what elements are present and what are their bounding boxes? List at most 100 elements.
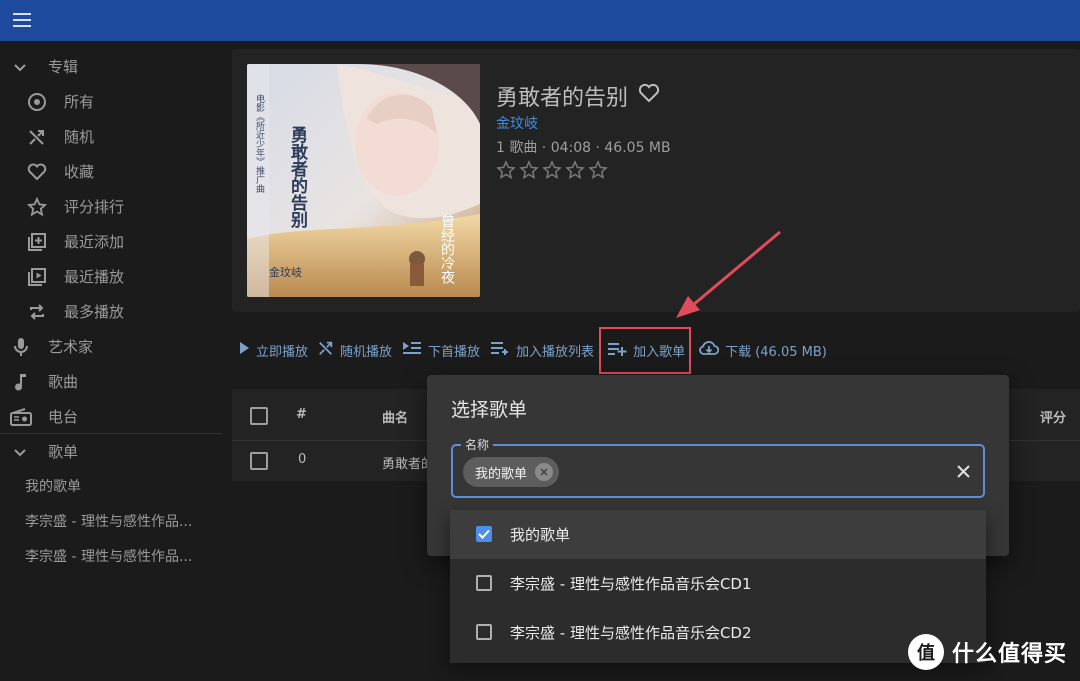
album-title: 勇敢者的告别	[496, 86, 629, 111]
playlist-option[interactable]: 我的歌单	[450, 510, 986, 559]
music-note-icon	[9, 370, 33, 394]
option-label: 我的歌单	[510, 526, 571, 544]
sidebar-item-label: 最多播放	[64, 303, 125, 321]
playlist-name-field[interactable]: 名称 我的歌单	[451, 436, 985, 498]
album-artist-link[interactable]: 金玟岐	[496, 113, 538, 133]
play-next-label: 下首播放	[428, 344, 481, 360]
shuffle-icon	[318, 340, 334, 360]
queue-add-icon	[490, 340, 510, 360]
option-label: 李宗盛 - 理性与感性作品音乐会CD1	[510, 575, 752, 593]
cover-art-title: 曾经的冷夜	[439, 214, 455, 284]
sidebar-item-label: 最近添加	[64, 233, 125, 251]
watermark-logo-icon: 值	[908, 634, 944, 670]
sidebar-section-playlists[interactable]: 歌单	[0, 434, 222, 469]
add-to-queue-button[interactable]: 加入播放列表	[490, 340, 594, 360]
album-meta: 1 歌曲 · 04:08 · 46.05 MB	[496, 140, 671, 156]
checkbox-icon[interactable]	[476, 624, 492, 640]
column-title[interactable]: 曲名	[382, 407, 408, 426]
heart-icon[interactable]	[638, 83, 660, 109]
watermark-text: 什么值得买	[952, 642, 1068, 667]
album-action-bar: 立即播放 随机播放 下首播放 加入播放列表 加入歌单 下载 (46.05 MB)	[238, 326, 837, 374]
album-cover: 电影《所近少年》推广曲 勇敢者的告别 金玟岐 曾经的冷夜	[247, 64, 480, 297]
sidebar-item-label: 收藏	[64, 163, 95, 181]
selected-playlist-chip[interactable]: 我的歌单	[463, 457, 560, 487]
library-play-icon	[25, 265, 49, 289]
album-rating[interactable]	[496, 160, 608, 180]
sidebar-playlist-item[interactable]: 我的歌单	[0, 468, 222, 503]
star-icon[interactable]	[588, 160, 608, 180]
select-all-checkbox[interactable]	[250, 407, 268, 425]
chip-remove-icon[interactable]	[535, 463, 554, 481]
add-to-playlist-button[interactable]: 加入歌单	[599, 326, 692, 374]
checkbox-checked-icon[interactable]	[476, 526, 492, 542]
sidebar: 专辑 所有 随机 收藏 评分排行 最近添加 最近播放 最多播放 艺术家 歌曲 电…	[0, 41, 222, 681]
sidebar-playlist-item[interactable]: 李宗盛 - 理性与感性作品...	[0, 538, 222, 573]
chevron-down-icon	[8, 55, 32, 79]
sidebar-item-favorites[interactable]: 收藏	[0, 154, 222, 189]
sidebar-item-label: 评分排行	[64, 198, 125, 216]
star-icon[interactable]	[565, 160, 585, 180]
sidebar-playlist-label: 李宗盛 - 理性与感性作品...	[25, 513, 193, 530]
star-icon[interactable]	[519, 160, 539, 180]
option-label: 李宗盛 - 理性与感性作品音乐会CD2	[510, 624, 752, 642]
watermark: 值 什么值得买	[908, 634, 1067, 670]
sidebar-item-label: 艺术家	[48, 338, 94, 356]
row-checkbox[interactable]	[250, 452, 268, 470]
shuffle-play-button[interactable]: 随机播放	[318, 340, 392, 360]
star-icon	[25, 195, 49, 219]
row-num: 0	[298, 452, 307, 467]
play-now-label: 立即播放	[256, 344, 309, 360]
star-icon[interactable]	[542, 160, 562, 180]
album-title-row: 勇敢者的告别	[496, 80, 660, 112]
sidebar-item-songs[interactable]: 歌曲	[0, 364, 222, 399]
sidebar-item-label: 歌单	[48, 443, 79, 461]
sidebar-playlist-item[interactable]: 李宗盛 - 理性与感性作品...	[0, 503, 222, 538]
cloud-download-icon	[699, 340, 720, 360]
download-button[interactable]: 下载 (46.05 MB)	[699, 340, 827, 360]
checkbox-icon[interactable]	[476, 575, 492, 591]
repeat-icon	[25, 300, 49, 324]
album-icon	[25, 90, 49, 114]
star-icon[interactable]	[496, 160, 516, 180]
sidebar-item-label: 最近播放	[64, 268, 125, 286]
sidebar-item-label: 专辑	[48, 58, 79, 76]
sidebar-item-recently-played[interactable]: 最近播放	[0, 259, 222, 294]
mic-icon	[9, 335, 33, 359]
play-next-icon	[402, 340, 422, 360]
menu-icon[interactable]	[10, 10, 34, 30]
shuffle-play-label: 随机播放	[340, 344, 393, 360]
sidebar-item-artists[interactable]: 艺术家	[0, 329, 222, 364]
chevron-down-icon	[8, 440, 32, 464]
play-next-button[interactable]: 下首播放	[402, 340, 480, 360]
cover-side-text: 电影《所近少年》推广曲	[254, 93, 265, 194]
playlist-dropdown: 我的歌单 李宗盛 - 理性与感性作品音乐会CD1 李宗盛 - 理性与感性作品音乐…	[450, 510, 986, 663]
download-label: 下载 (46.05 MB)	[725, 344, 827, 360]
library-add-icon	[25, 230, 49, 254]
shuffle-icon	[25, 125, 49, 149]
sidebar-section-albums[interactable]: 专辑	[0, 49, 222, 84]
sidebar-item-radio[interactable]: 电台	[0, 399, 222, 434]
sidebar-playlist-label: 我的歌单	[25, 478, 81, 495]
play-icon	[238, 341, 250, 359]
sidebar-item-label: 电台	[48, 408, 79, 426]
playlist-add-icon	[607, 341, 627, 361]
sidebar-item-most-played[interactable]: 最多播放	[0, 294, 222, 329]
column-rating[interactable]: 评分	[1040, 407, 1066, 426]
sidebar-item-label: 随机	[64, 128, 95, 146]
sidebar-item-recently-added[interactable]: 最近添加	[0, 224, 222, 259]
add-to-playlist-label: 加入歌单	[633, 345, 686, 360]
heart-icon	[25, 160, 49, 184]
sidebar-item-all[interactable]: 所有	[0, 84, 222, 119]
chip-label: 我的歌单	[475, 466, 528, 482]
play-now-button[interactable]: 立即播放	[238, 341, 308, 360]
playlist-option[interactable]: 李宗盛 - 理性与感性作品音乐会CD1	[450, 559, 986, 608]
sidebar-item-top-rated[interactable]: 评分排行	[0, 189, 222, 224]
dialog-title: 选择歌单	[451, 399, 528, 421]
sidebar-playlist-label: 李宗盛 - 理性与感性作品...	[25, 548, 193, 565]
column-num: #	[296, 407, 307, 422]
sidebar-item-random[interactable]: 随机	[0, 119, 222, 154]
field-label: 名称	[461, 436, 494, 453]
watermark-logo-text: 值	[917, 643, 935, 664]
playlist-option[interactable]: 李宗盛 - 理性与感性作品音乐会CD2	[450, 608, 986, 657]
clear-icon[interactable]	[953, 461, 973, 481]
